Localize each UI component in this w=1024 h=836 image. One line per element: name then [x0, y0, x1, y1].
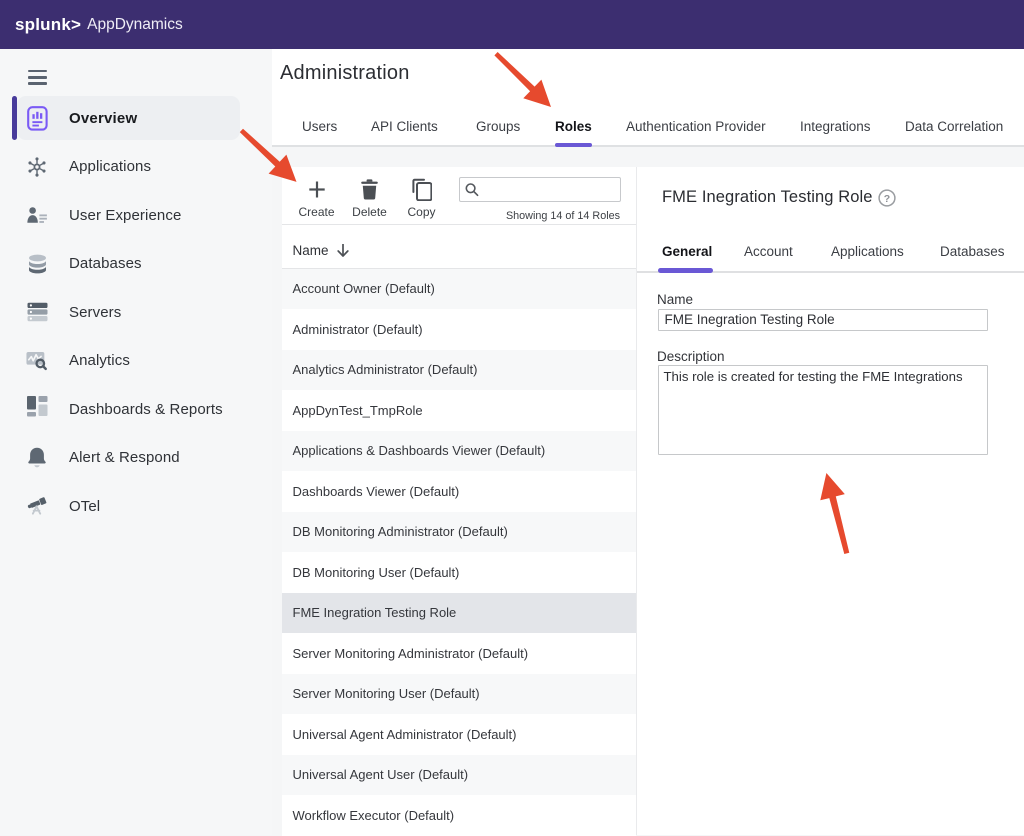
- role-row[interactable]: Universal Agent Administrator (Default): [282, 714, 636, 755]
- sidebar-item-servers[interactable]: Servers: [17, 290, 240, 334]
- sidebar-item-dashboards-reports[interactable]: Dashboards & Reports: [17, 387, 240, 431]
- roles-table-body: Account Owner (Default)Administrator (De…: [282, 269, 636, 836]
- role-row[interactable]: Server Monitoring User (Default): [282, 674, 636, 715]
- applications-icon: [26, 155, 48, 179]
- detail-tab-general[interactable]: General: [662, 238, 712, 273]
- role-row[interactable]: FME Inegration Testing Role: [282, 593, 636, 634]
- roles-list-panel: Create Delete: [282, 167, 636, 835]
- roles-toolbar: Create Delete: [282, 167, 636, 225]
- page-title: Administration: [280, 62, 410, 85]
- analytics-icon: [26, 349, 48, 373]
- roles-table-header: Name: [282, 225, 636, 269]
- main-area: Administration Users API Clients Groups …: [272, 49, 1024, 835]
- sidebar-item-label: Servers: [69, 304, 121, 321]
- role-row[interactable]: Applications & Dashboards Viewer (Defaul…: [282, 431, 636, 472]
- sidebar-nav: Overview: [0, 96, 272, 533]
- role-row[interactable]: Universal Agent User (Default): [282, 755, 636, 796]
- sidebar-item-label: Analytics: [69, 352, 130, 369]
- splunk-logo: splunk>: [15, 15, 81, 35]
- admin-tabs: Users API Clients Groups Roles Authentic…: [272, 107, 1024, 147]
- sidebar-item-label: Databases: [69, 255, 142, 272]
- sidebar-item-label: Applications: [69, 158, 151, 175]
- create-plus-icon: [294, 178, 340, 200]
- role-row[interactable]: Workflow Executor (Default): [282, 795, 636, 836]
- sidebar-item-label: Overview: [69, 110, 137, 127]
- showing-count-text: Showing 14 of 14 Roles: [506, 210, 620, 222]
- tab-api-clients[interactable]: API Clients: [371, 107, 438, 145]
- create-button[interactable]: Create: [294, 178, 340, 219]
- role-row[interactable]: Account Owner (Default): [282, 269, 636, 310]
- role-description-textarea[interactable]: This role is created for testing the FME…: [658, 365, 988, 455]
- role-row[interactable]: AppDynTest_TmpRole: [282, 390, 636, 431]
- tab-authentication-provider[interactable]: Authentication Provider: [626, 107, 766, 145]
- help-icon[interactable]: ?: [878, 189, 896, 207]
- description-field-label: Description: [657, 349, 725, 364]
- content-area: Create Delete: [272, 167, 1024, 835]
- sidebar-item-overview[interactable]: Overview: [17, 96, 240, 140]
- detail-tab-account[interactable]: Account: [744, 238, 793, 273]
- role-row[interactable]: Dashboards Viewer (Default): [282, 471, 636, 512]
- alert-bell-icon: [26, 446, 48, 470]
- overview-icon: [26, 106, 48, 130]
- role-row[interactable]: Analytics Administrator (Default): [282, 350, 636, 391]
- administration-header: Administration Users API Clients Groups …: [272, 49, 1024, 147]
- sidebar-item-otel[interactable]: OTel: [17, 484, 240, 528]
- svg-text:?: ?: [883, 192, 889, 204]
- search-input[interactable]: [484, 183, 609, 197]
- role-row[interactable]: Administrator (Default): [282, 309, 636, 350]
- tab-roles[interactable]: Roles: [555, 107, 592, 145]
- menu-hamburger-icon[interactable]: [28, 70, 47, 85]
- servers-icon: [26, 300, 48, 324]
- sidebar-item-databases[interactable]: Databases: [17, 242, 240, 286]
- sidebar: Overview: [0, 49, 272, 835]
- sidebar-item-analytics[interactable]: Analytics: [17, 339, 240, 383]
- tab-groups[interactable]: Groups: [476, 107, 520, 145]
- tab-users[interactable]: Users: [302, 107, 337, 145]
- copy-button[interactable]: Copy: [399, 178, 445, 219]
- sidebar-item-label: Dashboards & Reports: [69, 401, 223, 418]
- name-column-header[interactable]: Name: [293, 243, 329, 258]
- role-row[interactable]: DB Monitoring User (Default): [282, 552, 636, 593]
- detail-tab-databases[interactable]: Databases: [940, 238, 1005, 273]
- delete-trash-icon: [347, 178, 393, 200]
- role-row[interactable]: Server Monitoring Administrator (Default…: [282, 633, 636, 674]
- sidebar-item-alert-respond[interactable]: Alert & Respond: [17, 436, 240, 480]
- role-row[interactable]: DB Monitoring Administrator (Default): [282, 512, 636, 553]
- otel-telescope-icon: [26, 494, 48, 518]
- role-detail-title: FME Inegration Testing Role: [662, 188, 873, 207]
- databases-icon: [26, 252, 48, 276]
- create-label: Create: [294, 205, 340, 219]
- sidebar-item-label: OTel: [69, 498, 100, 515]
- role-name-input[interactable]: [658, 309, 988, 331]
- sidebar-item-label: Alert & Respond: [69, 449, 180, 466]
- dashboards-icon: [26, 397, 48, 421]
- detail-tab-applications[interactable]: Applications: [831, 238, 904, 273]
- roles-search-box[interactable]: [459, 177, 621, 202]
- delete-label: Delete: [347, 205, 393, 219]
- appdynamics-logo-text: AppDynamics: [87, 16, 183, 34]
- app-bar: splunk> AppDynamics: [0, 0, 1024, 49]
- copy-icon: [399, 178, 445, 200]
- sidebar-item-applications[interactable]: Applications: [17, 145, 240, 189]
- tab-integrations[interactable]: Integrations: [800, 107, 871, 145]
- delete-button[interactable]: Delete: [347, 178, 393, 219]
- role-detail-tabs: General Account Applications Databases: [637, 238, 1024, 273]
- copy-label: Copy: [399, 205, 445, 219]
- tab-data-correlation[interactable]: Data Correlation: [905, 107, 1003, 145]
- user-experience-icon: [26, 203, 48, 227]
- sort-descending-icon[interactable]: [336, 243, 350, 258]
- search-icon: [465, 182, 479, 197]
- sidebar-item-user-experience[interactable]: User Experience: [17, 193, 240, 237]
- name-field-label: Name: [657, 292, 693, 307]
- role-detail-panel: FME Inegration Testing Role ? General Ac…: [637, 167, 1024, 835]
- sidebar-item-label: User Experience: [69, 207, 181, 224]
